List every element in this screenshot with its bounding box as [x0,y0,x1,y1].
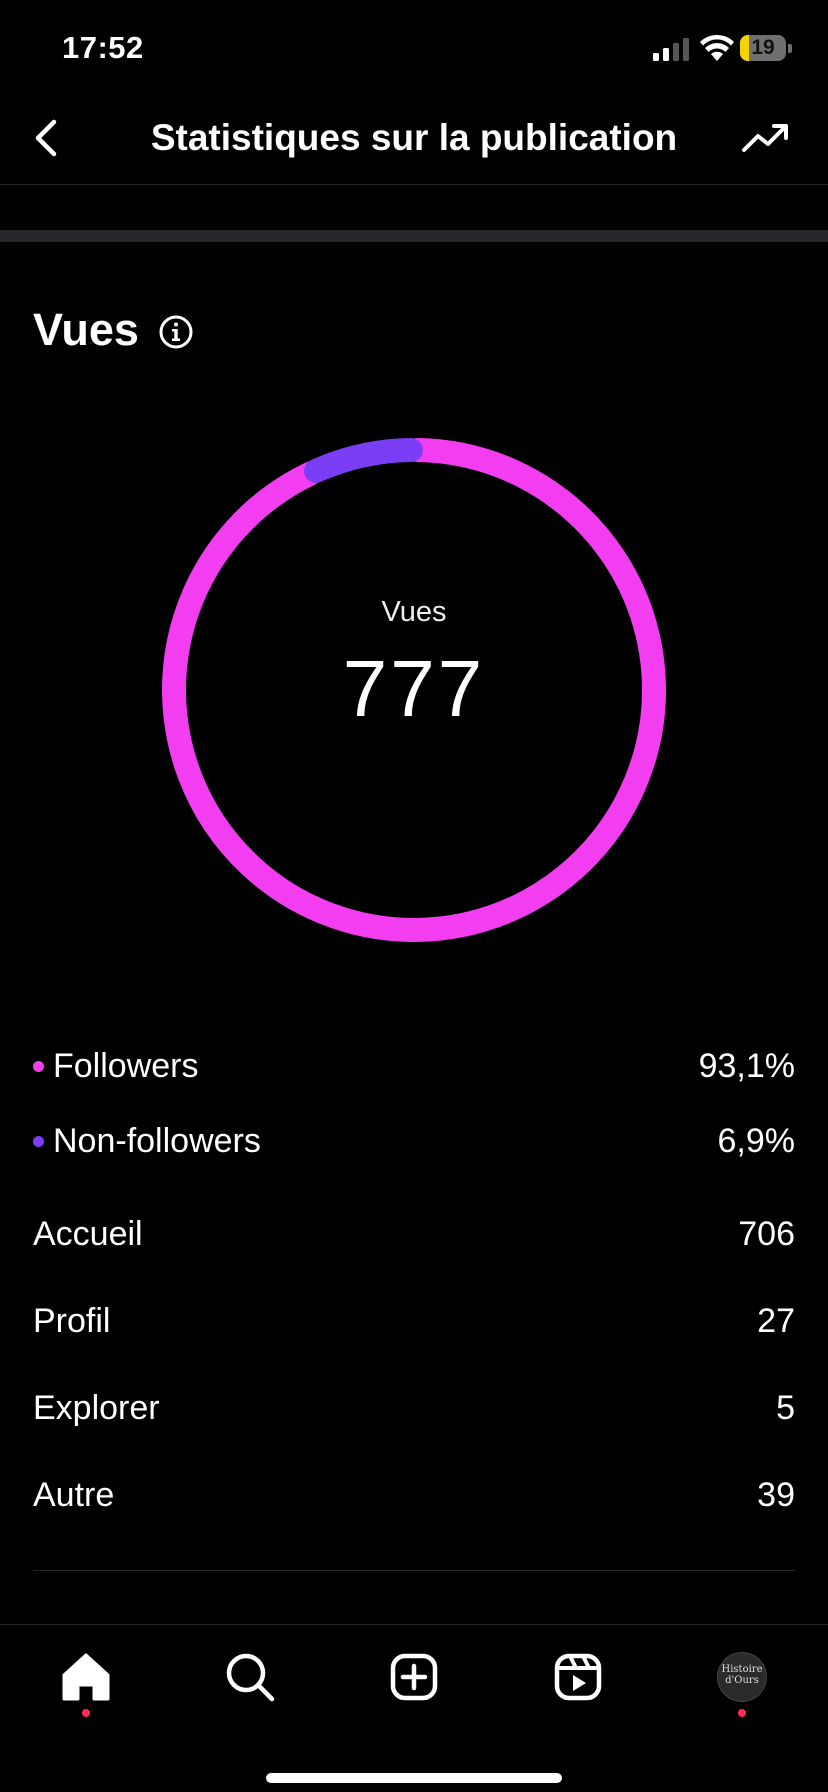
donut-label: Vues [381,596,447,628]
legend-label: Followers [53,1047,199,1085]
stat-value: 27 [757,1302,795,1340]
profile-notification-dot [738,1709,746,1717]
non-followers-dot [33,1136,44,1147]
stat-value: 39 [757,1476,795,1514]
stat-label: Profil [33,1302,111,1340]
section-title: Vues [33,304,139,355]
home-icon[interactable] [56,1647,116,1707]
bottom-nav: Histoire d'Ours [0,1624,828,1792]
back-button[interactable] [18,108,78,168]
info-icon[interactable] [158,314,194,350]
home-indicator [266,1773,562,1783]
stat-value: 5 [776,1389,795,1427]
battery-level: 19 [751,36,775,59]
divider [33,1570,795,1571]
profile-avatar[interactable]: Histoire d'Ours [717,1652,767,1702]
signal-icon [653,38,689,61]
legend-label: Non-followers [53,1122,261,1160]
section-separator [0,230,828,242]
home-notification-dot [82,1709,90,1717]
status-bar: 17:52 19 [0,0,828,100]
stat-label: Autre [33,1476,115,1514]
wifi-icon [700,34,734,61]
legend-non-followers: Non-followers 6,9% [33,1116,795,1166]
page-title: Statistiques sur la publication [150,117,678,158]
stat-label: Accueil [33,1215,143,1253]
avatar-text: d'Ours [725,1675,759,1686]
stat-row-autre: Autre 39 [33,1470,795,1520]
stat-row-profil: Profil 27 [33,1296,795,1346]
legend-followers: Followers 93,1% [33,1041,795,1091]
header-bar: Statistiques sur la publication [0,100,828,185]
stat-label: Explorer [33,1389,160,1427]
post-insights-screen: 17:52 19 Statistiques sur la publication [0,0,828,1792]
avatar-text: Histoire [721,1664,763,1675]
status-time: 17:52 [62,30,144,65]
battery-icon: 19 [740,35,792,63]
stat-value: 706 [738,1215,795,1253]
stat-row-explorer: Explorer 5 [33,1383,795,1433]
stat-row-accueil: Accueil 706 [33,1209,795,1259]
donut-total-value: 777 [342,644,486,733]
legend-value: 93,1% [698,1047,795,1085]
search-icon[interactable] [220,1647,280,1707]
legend-value: 6,9% [717,1122,796,1160]
trending-up-icon[interactable] [738,112,794,164]
reels-icon[interactable] [548,1647,608,1707]
followers-dot [33,1061,44,1072]
create-icon[interactable] [384,1647,444,1707]
donut-segment-non-followers [304,438,423,483]
